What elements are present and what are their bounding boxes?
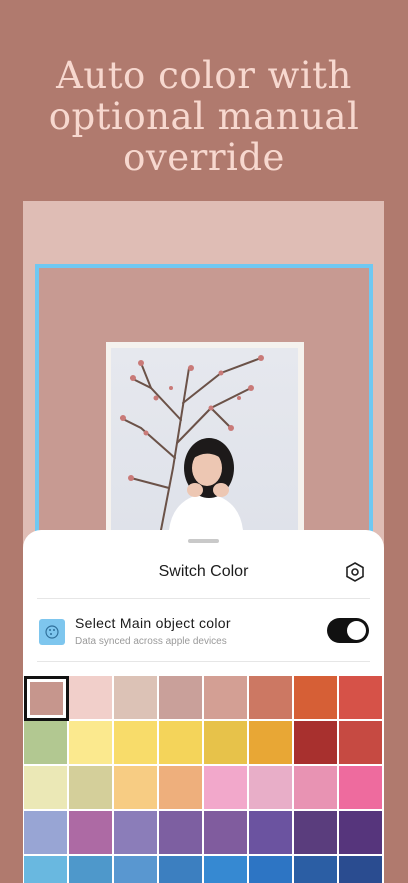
color-swatch[interactable] bbox=[69, 766, 114, 811]
color-swatch[interactable] bbox=[159, 811, 204, 856]
headline: Auto color with optional manual override bbox=[0, 55, 408, 178]
color-swatch[interactable] bbox=[294, 811, 339, 856]
color-swatch[interactable] bbox=[204, 811, 249, 856]
photo[interactable] bbox=[111, 348, 298, 530]
color-swatch[interactable] bbox=[294, 721, 339, 766]
color-swatch[interactable] bbox=[339, 856, 384, 883]
headline-line-3: override bbox=[123, 136, 285, 179]
color-swatch[interactable] bbox=[114, 721, 159, 766]
main-object-color-toggle[interactable] bbox=[327, 618, 369, 643]
color-swatch[interactable] bbox=[159, 766, 204, 811]
color-palette-grid bbox=[24, 676, 384, 883]
color-swatch[interactable] bbox=[69, 856, 114, 883]
color-swatch[interactable] bbox=[204, 676, 249, 721]
photo-illustration bbox=[120, 355, 264, 530]
color-swatch[interactable] bbox=[294, 676, 339, 721]
color-swatch[interactable] bbox=[24, 676, 69, 721]
option-title: Select Main object color bbox=[75, 615, 231, 631]
settings-icon[interactable] bbox=[344, 561, 366, 583]
color-swatch[interactable] bbox=[249, 856, 294, 883]
sheet-drag-handle[interactable] bbox=[188, 539, 219, 543]
color-swatch[interactable] bbox=[249, 676, 294, 721]
color-swatch[interactable] bbox=[24, 766, 69, 811]
color-swatch[interactable] bbox=[114, 676, 159, 721]
color-swatch[interactable] bbox=[249, 811, 294, 856]
color-swatch[interactable] bbox=[294, 766, 339, 811]
color-swatch[interactable] bbox=[69, 721, 114, 766]
color-swatch[interactable] bbox=[204, 856, 249, 883]
color-swatch[interactable] bbox=[159, 856, 204, 883]
color-swatch[interactable] bbox=[24, 856, 69, 883]
color-swatch[interactable] bbox=[294, 856, 339, 883]
color-swatch[interactable] bbox=[114, 766, 159, 811]
color-swatch[interactable] bbox=[339, 676, 384, 721]
palette-icon bbox=[39, 619, 65, 645]
hexagon-gear-glyph bbox=[346, 562, 364, 582]
color-swatch[interactable] bbox=[339, 766, 384, 811]
headline-line-1: Auto color with bbox=[56, 54, 352, 97]
color-swatch[interactable] bbox=[69, 676, 114, 721]
switch-color-sheet: Switch Color Select Main object color Da… bbox=[23, 530, 384, 883]
palette-glyph bbox=[45, 625, 59, 639]
color-swatch[interactable] bbox=[114, 856, 159, 883]
color-swatch[interactable] bbox=[339, 721, 384, 766]
color-swatch[interactable] bbox=[204, 721, 249, 766]
color-swatch[interactable] bbox=[69, 811, 114, 856]
color-swatch[interactable] bbox=[159, 676, 204, 721]
option-subtitle: Data synced across apple devices bbox=[75, 636, 227, 647]
divider-top bbox=[37, 598, 370, 599]
toggle-knob bbox=[347, 621, 366, 640]
color-swatch[interactable] bbox=[24, 721, 69, 766]
color-swatch[interactable] bbox=[204, 766, 249, 811]
color-swatch[interactable] bbox=[114, 811, 159, 856]
headline-line-2: optional manual bbox=[48, 95, 360, 138]
color-swatch[interactable] bbox=[249, 721, 294, 766]
sheet-title: Switch Color bbox=[158, 563, 249, 580]
color-swatch[interactable] bbox=[249, 766, 294, 811]
divider-bottom bbox=[37, 661, 370, 662]
color-swatch[interactable] bbox=[24, 811, 69, 856]
color-swatch[interactable] bbox=[159, 721, 204, 766]
color-swatch[interactable] bbox=[339, 811, 384, 856]
